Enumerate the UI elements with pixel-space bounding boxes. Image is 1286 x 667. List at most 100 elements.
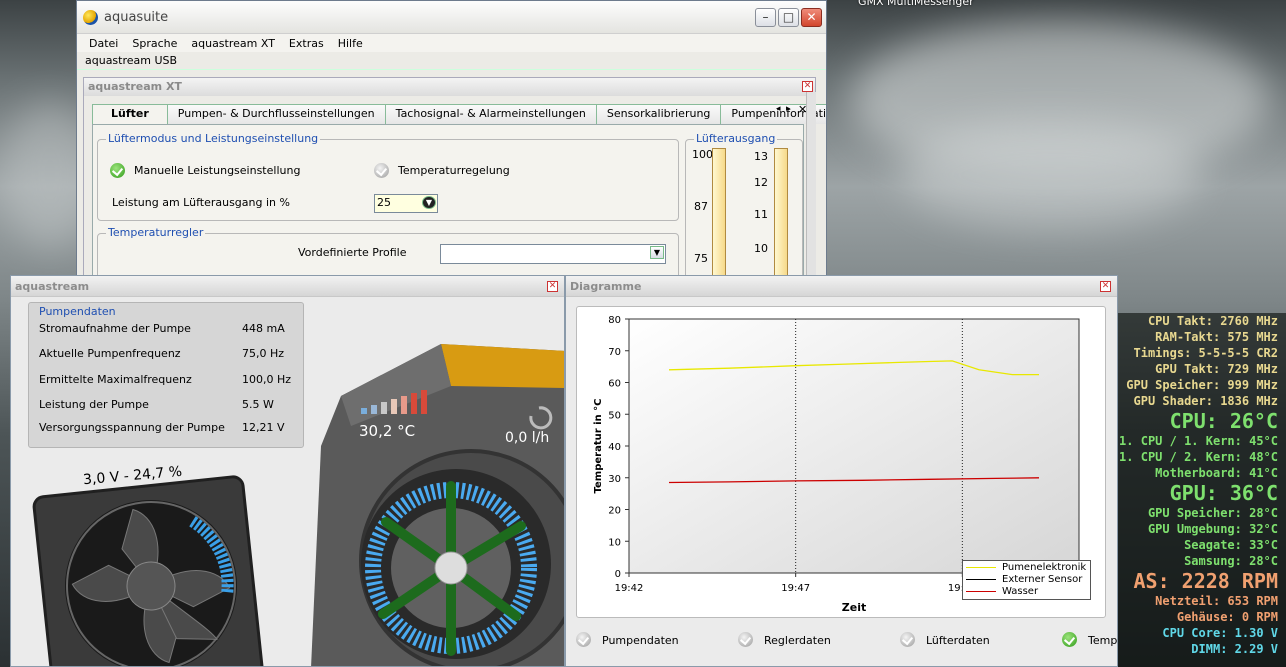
temp-control-label[interactable]: Temperaturregelung [398,164,510,177]
panel-close-icon[interactable]: ✕ [802,81,813,92]
y-tick-label: 50 [608,410,621,421]
fan-power-value: 25 [377,196,391,209]
stat-line: Motherboard: 41°C [1155,466,1278,480]
flow-text: 0,0 l/h [505,430,550,446]
system-stats-overlay: CPU Takt: 2760 MHz RAM-Takt: 575 MHz Timin… [1118,313,1286,667]
fan-mode-group: Lüftermodus und Leistungseinstellung Man… [97,132,679,221]
tab-sensorkalibrierung[interactable]: Sensorkalibrierung [595,104,722,124]
manual-mode-check-icon[interactable] [110,163,125,178]
aquasuite-logo-icon [83,9,98,25]
pump-body-graphic [311,344,564,666]
tab-scroll-left-icon[interactable]: ◂ [776,104,781,114]
regulator-data-check-icon[interactable] [738,632,753,647]
close-button[interactable]: ✕ [801,8,822,27]
luefter-tab-panel: Lüftermodus und Leistungseinstellung Man… [92,124,804,289]
fan-output-bar [712,148,726,289]
aquastream-title[interactable]: aquastream [11,276,564,297]
fan-power-input[interactable]: 25 ▼ [374,194,438,213]
aquasuite-window: aquasuite – □ ✕ Datei Sprache aquastream… [76,0,827,290]
manual-mode-label[interactable]: Manuelle Leistungseinstellung [134,164,300,177]
tab-scroll-right-icon[interactable]: ▸ [786,104,791,114]
pump-data-check-icon[interactable] [576,632,591,647]
y-tick-label: 70 [608,347,621,358]
legend-label: Wasser [1002,585,1039,597]
output-tick: 87 [694,200,708,213]
fan-data-toggle[interactable]: Lüfterdaten [926,634,990,647]
close-icon[interactable]: ✕ [547,281,558,292]
y-tick-label: 60 [608,379,621,390]
stat-line: Samsung: 28°C [1184,554,1278,568]
chart-panel: 0102030405060708019:4219:4719:52ZeitTemp… [576,306,1106,618]
y-tick-label: 30 [608,474,621,485]
stat-line: GPU Speicher: 999 MHz [1126,378,1278,392]
y-tick-label: 0 [615,569,621,580]
close-icon[interactable]: ✕ [1100,281,1111,292]
window-title: aquasuite [104,9,169,25]
device-label[interactable]: aquastream USB [77,52,826,70]
diagram-window: Diagramme ✕ 0102030405060708019:4219:471… [565,275,1118,667]
stat-line: CPU Takt: 2760 MHz [1147,314,1278,328]
profile-select[interactable]: ▼ [440,244,666,264]
temp-control-check-icon[interactable] [374,163,389,178]
y-tick-label: 10 [608,537,621,548]
y-tick-label: 80 [608,315,621,326]
x-axis-label: Zeit [842,601,866,614]
tab-luefter[interactable]: Lüfter [92,104,168,125]
chart-legend: Pumenelektronik Externer Sensor Wasser [962,560,1091,600]
y-axis-label: Temperatur in °C [593,399,604,494]
menu-aquastream-xt[interactable]: aquastream XT [191,37,275,50]
menu-bar: Datei Sprache aquastream XT Extras Hilfe [77,34,826,52]
temp-data-toggle[interactable]: Temp [1088,634,1117,647]
vertical-scrollbar[interactable] [806,92,816,289]
fan-graphic [32,475,264,666]
menu-extras[interactable]: Extras [289,37,324,50]
maximize-button[interactable]: □ [778,8,799,27]
menu-sprache[interactable]: Sprache [132,37,177,50]
stat-line: Timings: 5-5-5-5 CR2 [1133,346,1279,360]
stat-line: Netzteil: 653 RPM [1155,594,1278,608]
minimize-button[interactable]: – [755,8,776,27]
legend-label: Externer Sensor [1002,573,1083,585]
y-tick-label: 40 [608,442,621,453]
menu-hilfe[interactable]: Hilfe [338,37,363,50]
output-tick: 11 [754,208,768,221]
stat-line: Seagate: 33°C [1184,538,1278,552]
tab-tachosignal[interactable]: Tachosignal- & Alarmeinstellungen [384,104,597,124]
fan-power-label: Leistung am Lüfterausgang in % [112,196,290,209]
output-tick: 10 [754,242,768,255]
profile-label: Vordefinierte Profile [298,246,407,259]
stat-line: GPU Shader: 1836 MHz [1133,394,1279,408]
stat-line: 1. CPU / 1. Kern: 45°C [1119,434,1278,448]
title-bar[interactable]: aquasuite – □ ✕ [77,1,826,34]
tab-pumpen[interactable]: Pumpen- & Durchflusseinstellungen [166,104,386,124]
stat-line: Gehäuse: 0 RPM [1176,610,1278,624]
stat-line: DIMM: 2.29 V [1191,642,1278,656]
output-tick: 100 [692,148,713,161]
desktop-gmx-label[interactable]: GMX MultiMessenger [858,0,974,8]
output-tick: 12 [754,176,768,189]
stat-line: GPU Takt: 729 MHz [1155,362,1278,376]
chevron-down-icon[interactable]: ▼ [422,196,436,209]
plot-area [628,318,1080,574]
chevron-down-icon[interactable]: ▼ [650,246,664,259]
x-tick-label: 19:47 [781,583,810,594]
water-temp-text: 30,2 °C [359,422,416,440]
stat-line: CPU: 26°C [1169,409,1278,433]
fan-output-group-label: Lüfterausgang [694,132,778,145]
diagram-title[interactable]: Diagramme [566,276,1117,297]
tab-bar: Lüfter Pumpen- & Durchflusseinstellungen… [92,104,826,125]
fan-mode-group-label: Lüftermodus und Leistungseinstellung [106,132,321,145]
output-tick: 13 [754,150,768,163]
regulator-data-toggle[interactable]: Reglerdaten [764,634,831,647]
aquastream-window: aquastream ✕ Pumpendaten Stromaufnahme d… [10,275,565,667]
fan-voltage-bar [774,148,788,289]
stat-line: 1. CPU / 2. Kern: 48°C [1119,450,1278,464]
data-toggle-row: Pumpendaten Reglerdaten Lüfterdaten Temp [576,628,1117,654]
stat-line: RAM-Takt: 575 MHz [1155,330,1278,344]
output-tick: 75 [694,252,708,265]
temp-data-check-icon[interactable] [1062,632,1077,647]
pump-data-toggle[interactable]: Pumpendaten [602,634,679,647]
fan-data-check-icon[interactable] [900,632,915,647]
menu-datei[interactable]: Datei [89,37,118,50]
stat-line: GPU: 36°C [1169,481,1278,505]
